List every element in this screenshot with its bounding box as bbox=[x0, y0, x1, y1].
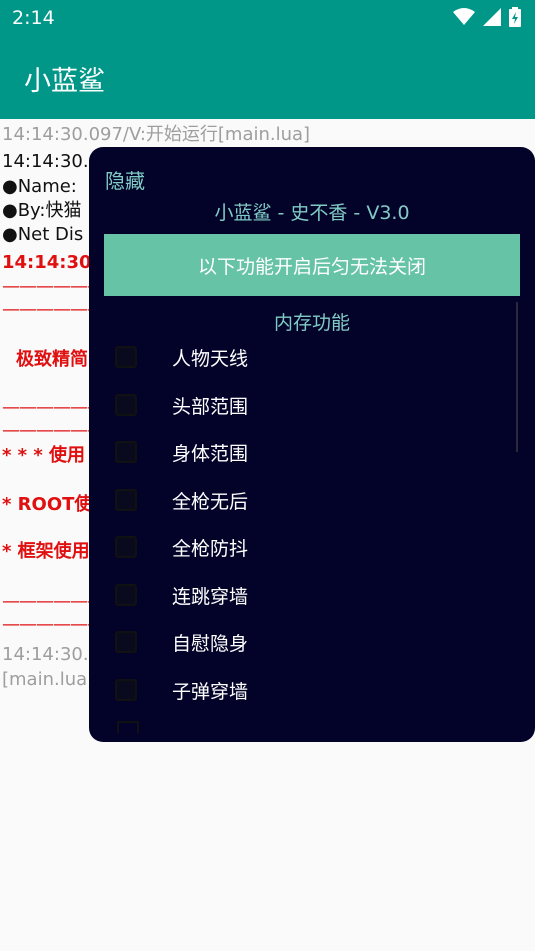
option-label: 全枪防抖 bbox=[172, 537, 249, 560]
option-row[interactable]: 全枪防抖 bbox=[115, 527, 455, 567]
log-line: 14:14:30. bbox=[2, 151, 89, 172]
log-line: * ROOT使 bbox=[2, 494, 93, 515]
option-row[interactable]: 连跳穿墙 bbox=[115, 575, 455, 615]
hide-button[interactable]: 隐藏 bbox=[105, 165, 145, 194]
log-line: ●Net Dis bbox=[2, 224, 84, 245]
option-label: 头部范围 bbox=[172, 395, 249, 418]
option-label: 连跳穿墙 bbox=[172, 585, 249, 608]
log-line: [main.lua] bbox=[2, 669, 95, 690]
log-line: ●By:快猫 bbox=[2, 200, 82, 221]
wifi-icon bbox=[453, 8, 475, 25]
checkbox[interactable] bbox=[115, 441, 137, 463]
checkbox[interactable] bbox=[115, 584, 137, 606]
option-row[interactable]: 人物天线 bbox=[115, 337, 455, 377]
status-bar: 2:14 bbox=[0, 0, 535, 37]
checkbox[interactable] bbox=[115, 536, 137, 558]
option-row[interactable]: 身体范围 bbox=[115, 432, 455, 472]
status-time: 2:14 bbox=[12, 7, 55, 29]
log-line: * 框架使用 bbox=[2, 541, 90, 562]
section-title: 内存功能 bbox=[273, 312, 350, 334]
log-line: 14:14:30.097/V:开始运行[main.lua] bbox=[2, 124, 311, 145]
scrollbar[interactable] bbox=[516, 302, 518, 452]
option-label: 自慰隐身 bbox=[172, 632, 249, 655]
checkbox-partial[interactable] bbox=[117, 721, 139, 733]
checkbox[interactable] bbox=[115, 631, 137, 653]
option-label: 全枪无后 bbox=[172, 490, 249, 513]
option-label: 子弹穿墙 bbox=[172, 680, 249, 703]
log-line: 14:14:30. bbox=[2, 644, 89, 665]
option-row[interactable]: 全枪无后 bbox=[115, 480, 455, 520]
battery-icon bbox=[509, 7, 521, 27]
log-line: 极致精简 bbox=[16, 349, 88, 370]
signal-icon bbox=[483, 8, 501, 26]
app-bar: 小蓝鲨 bbox=[0, 37, 535, 119]
checkbox[interactable] bbox=[115, 346, 137, 368]
app-title: 小蓝鲨 bbox=[24, 66, 105, 97]
checkbox[interactable] bbox=[115, 489, 137, 511]
status-icons bbox=[453, 7, 521, 27]
log-line: ●Name: bbox=[2, 176, 77, 197]
checkbox[interactable] bbox=[115, 679, 137, 701]
log-line: 14:14:30. bbox=[2, 252, 99, 273]
option-row[interactable]: 子弹穿墙 bbox=[115, 670, 455, 710]
option-label: 人物天线 bbox=[172, 347, 249, 370]
option-row[interactable]: 头部范围 bbox=[115, 385, 455, 425]
dialog-subtitle: 小蓝鲨 - 史不香 - V3.0 bbox=[214, 202, 410, 224]
feature-dialog: 隐藏 小蓝鲨 - 史不香 - V3.0 以下功能开启后匀无法关闭 内存功能 人物… bbox=[89, 147, 535, 742]
notice-button[interactable]: 以下功能开启后匀无法关闭 bbox=[104, 234, 520, 296]
log-line: * * * 使用 bbox=[2, 445, 86, 466]
checkbox[interactable] bbox=[115, 394, 137, 416]
option-row[interactable]: 自慰隐身 bbox=[115, 622, 455, 662]
option-label: 身体范围 bbox=[172, 442, 249, 465]
